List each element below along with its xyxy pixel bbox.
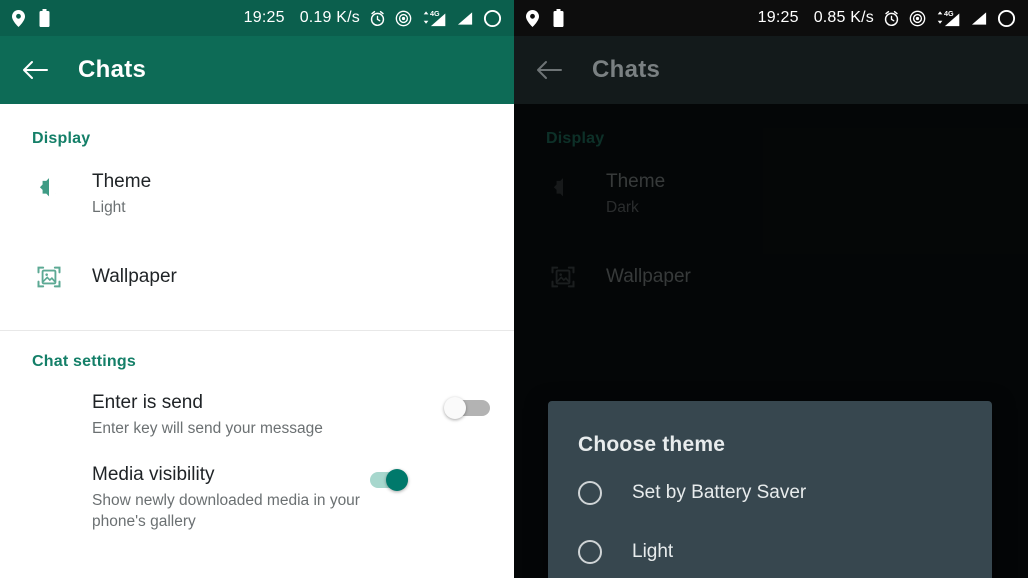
radio-button-unselected[interactable]	[578, 539, 602, 564]
ring-mode-icon	[483, 9, 502, 28]
svg-text:4G: 4G	[430, 9, 440, 18]
status-time: 19:25	[757, 9, 799, 26]
page-title: Chats	[592, 56, 661, 83]
settings-row-subtitle: Dark	[606, 199, 639, 216]
back-arrow-icon[interactable]	[536, 57, 562, 83]
location-pin-icon	[526, 9, 539, 27]
light-theme-screen: 19:25 0.19 K/s 4G Chats Display Theme Li…	[0, 0, 514, 578]
network-speed: 0.19 K/s	[299, 9, 360, 26]
ring-mode-icon	[997, 9, 1016, 28]
theme-option-label: Set by Battery Saver	[632, 481, 807, 503]
alarm-clock-icon	[369, 10, 386, 27]
settings-content: Display Theme Dark Wallpaper Choose them…	[514, 104, 1028, 578]
brightness-theme-icon	[32, 170, 66, 204]
brightness-theme-icon	[546, 170, 580, 204]
app-bar: Chats	[0, 36, 514, 104]
settings-row-media-visibility[interactable]: Media visibility Show newly downloaded m…	[0, 463, 514, 532]
status-bar: 19:25 0.19 K/s 4G	[0, 0, 514, 36]
svg-text:4G: 4G	[944, 9, 954, 18]
signal-icon	[457, 10, 474, 26]
settings-row-theme[interactable]: Theme Light	[0, 170, 514, 218]
settings-content: Display Theme Light Wallpaper Chat setti…	[0, 104, 514, 578]
settings-row-title: Theme	[92, 171, 152, 192]
section-header-display: Display	[546, 130, 605, 147]
4g-signal-icon: 4G	[935, 9, 962, 27]
page-title: Chats	[78, 56, 147, 83]
status-bar: 19:25 0.85 K/s 4G	[514, 0, 1028, 36]
dual-screenshot-container: 19:25 0.19 K/s 4G Chats Display Theme Li…	[0, 0, 1028, 578]
settings-row-title: Media visibility	[92, 464, 215, 485]
network-speed: 0.85 K/s	[813, 9, 874, 26]
wallpaper-image-icon	[546, 260, 580, 294]
settings-row-title: Theme	[606, 171, 666, 192]
dark-theme-screen: 19:25 0.85 K/s 4G Chats Display Theme Da…	[514, 0, 1028, 578]
back-arrow-icon[interactable]	[22, 57, 48, 83]
settings-row-wallpaper[interactable]: Wallpaper	[0, 260, 514, 294]
section-header-chat-settings: Chat settings	[32, 353, 136, 370]
battery-icon	[553, 9, 564, 27]
battery-icon	[39, 9, 50, 27]
section-header-display: Display	[32, 130, 91, 147]
settings-row-subtitle: Show newly downloaded media in your phon…	[92, 492, 360, 530]
settings-row-wallpaper[interactable]: Wallpaper	[514, 260, 1028, 294]
settings-row-title: Wallpaper	[92, 266, 177, 287]
settings-row-enter-is-send[interactable]: Enter is send Enter key will send your m…	[0, 391, 514, 439]
toggle-knob	[386, 469, 408, 491]
toggle-media-visibility[interactable]	[362, 469, 408, 491]
settings-row-subtitle: Light	[92, 199, 126, 216]
theme-option-label: Light	[632, 540, 674, 562]
choose-theme-dialog: Choose theme Set by Battery Saver Light …	[548, 401, 992, 578]
settings-row-theme[interactable]: Theme Dark	[514, 170, 1028, 218]
theme-option-battery-saver[interactable]: Set by Battery Saver	[548, 463, 992, 522]
settings-row-title: Wallpaper	[606, 266, 691, 287]
location-pin-icon	[12, 9, 25, 27]
theme-option-light[interactable]: Light	[548, 522, 992, 578]
hotspot-icon	[395, 10, 412, 27]
hotspot-icon	[909, 10, 926, 27]
toggle-enter-is-send[interactable]	[444, 397, 490, 419]
settings-row-subtitle: Enter key will send your message	[92, 420, 323, 437]
wallpaper-image-icon	[32, 260, 66, 294]
dialog-title: Choose theme	[578, 433, 726, 456]
app-bar: Chats	[514, 36, 1028, 104]
toggle-knob	[444, 397, 466, 419]
radio-button-unselected[interactable]	[578, 480, 602, 505]
alarm-clock-icon	[883, 10, 900, 27]
signal-icon	[971, 10, 988, 26]
status-time: 19:25	[243, 9, 285, 26]
settings-row-title: Enter is send	[92, 392, 203, 413]
4g-signal-icon: 4G	[421, 9, 448, 27]
